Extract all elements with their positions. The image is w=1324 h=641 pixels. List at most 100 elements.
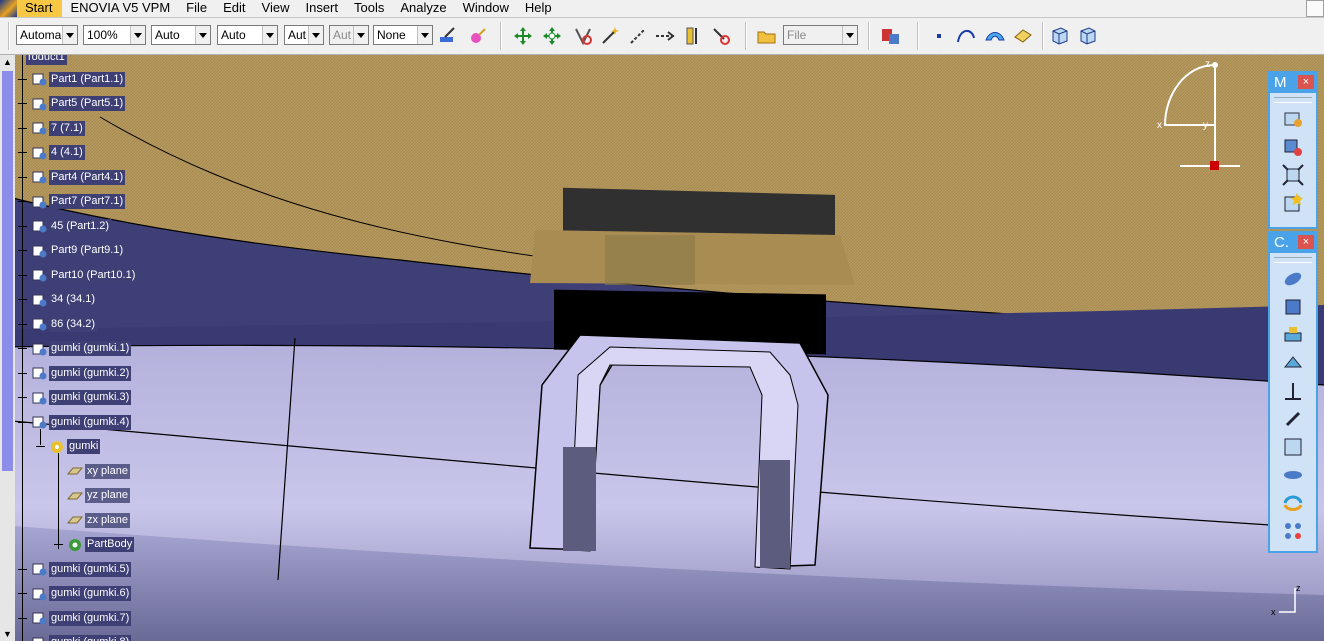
menu-edit[interactable]: Edit <box>215 0 253 17</box>
palette-close-button[interactable]: × <box>1298 235 1314 249</box>
tree-node-part[interactable]: 7 (7.1) <box>18 119 85 137</box>
expand-icon[interactable] <box>18 564 27 574</box>
align-icon[interactable] <box>654 25 676 47</box>
line-type-combo[interactable]: Automa <box>16 25 78 45</box>
palette-close-button[interactable]: × <box>1298 75 1314 89</box>
contact-icon[interactable] <box>1281 323 1305 347</box>
tree-scrollbar[interactable]: ▲ ▼ <box>0 55 15 641</box>
menu-analyze[interactable]: Analyze <box>392 0 454 17</box>
tree-node-feature[interactable]: xy plane <box>54 462 130 480</box>
constraint-icon[interactable] <box>1281 267 1305 291</box>
view-front-icon[interactable] <box>1048 25 1070 47</box>
palette-grip[interactable] <box>1274 257 1312 263</box>
wand-icon[interactable] <box>599 25 621 47</box>
arc-icon[interactable] <box>955 25 977 47</box>
palette-title-bar[interactable]: M × <box>1270 73 1316 93</box>
expand-icon[interactable] <box>18 295 27 304</box>
tree-node-part[interactable]: 86 (34.2) <box>18 315 98 333</box>
surface-icon[interactable] <box>984 25 1006 47</box>
catalog-star-icon[interactable] <box>1281 191 1305 215</box>
tree-node-part[interactable]: Part5 (Part5.1) <box>18 95 126 113</box>
menu-start[interactable]: Start <box>17 0 63 17</box>
expand-icon[interactable] <box>18 74 27 84</box>
offset-icon[interactable] <box>1281 351 1305 375</box>
menu-tools[interactable]: Tools <box>346 0 392 17</box>
tree-node-part[interactable]: Part4 (Part4.1) <box>18 168 126 186</box>
tree-node-part[interactable]: gumki (gumki.8) <box>18 634 132 641</box>
compass-widget[interactable]: z x y <box>1150 55 1250 175</box>
catia-logo-icon[interactable] <box>0 0 17 17</box>
expand-icon[interactable] <box>18 148 27 157</box>
pattern-icon[interactable] <box>1281 519 1305 543</box>
filter-combo[interactable]: None <box>373 25 433 45</box>
document-combo[interactable]: File <box>783 25 858 45</box>
palette-title-bar[interactable]: C. × <box>1270 233 1316 253</box>
plane-icon[interactable] <box>1012 25 1034 47</box>
view-iso-icon[interactable] <box>1076 25 1098 47</box>
component-icon[interactable] <box>1281 135 1305 159</box>
tree-root-node[interactable]: roduct1 <box>26 55 67 66</box>
painter-icon[interactable] <box>437 25 459 47</box>
expand-icon[interactable] <box>18 368 27 378</box>
expand-icon[interactable] <box>18 393 27 402</box>
expand-icon[interactable] <box>18 99 27 108</box>
tree-node-part[interactable]: 4 (4.1) <box>18 144 85 162</box>
expand-icon[interactable] <box>18 319 27 329</box>
rotate-compass-icon[interactable] <box>541 25 563 47</box>
tree-node-body[interactable]: gumki <box>36 438 101 456</box>
translate-compass-icon[interactable] <box>512 25 534 47</box>
tree-node-part[interactable]: gumki (gumki.5) <box>18 560 132 578</box>
point-icon[interactable] <box>928 25 950 47</box>
tree-node-part[interactable]: Part9 (Part9.1) <box>18 242 126 260</box>
menu-insert[interactable]: Insert <box>297 0 346 17</box>
expand-icon[interactable] <box>18 246 27 255</box>
menu-window[interactable]: Window <box>455 0 517 17</box>
expand-icon[interactable] <box>18 270 27 280</box>
tree-node-feature[interactable]: yz plane <box>54 487 130 505</box>
layer-combo[interactable]: Aut <box>329 25 369 45</box>
3d-viewport[interactable]: ▲ ▼ roduct1 Part1 (Part1.1) Part5 (Part5.… <box>0 55 1324 641</box>
tree-node-part[interactable]: gumki (gumki.6) <box>18 585 132 603</box>
expand-icon[interactable] <box>18 221 27 231</box>
tree-node-feature[interactable]: zx plane <box>54 511 130 529</box>
palette-grip[interactable] <box>1274 97 1312 103</box>
tree-node-part[interactable]: gumki (gumki.2) <box>18 364 132 382</box>
window-restore-button[interactable] <box>1306 0 1324 17</box>
catalog-icon[interactable] <box>880 25 902 47</box>
update-icon[interactable] <box>1281 491 1305 515</box>
measure-icon[interactable] <box>627 25 649 47</box>
menu-file[interactable]: File <box>178 0 215 17</box>
menu-enovia[interactable]: ENOVIA V5 VPM <box>62 0 178 17</box>
expand-icon[interactable] <box>18 172 27 182</box>
tree-node-part[interactable]: Part7 (Part7.1) <box>18 193 126 211</box>
expand-icon[interactable] <box>18 589 27 598</box>
angle-icon[interactable] <box>1281 379 1305 403</box>
menu-view[interactable]: View <box>254 0 298 17</box>
scroll-thumb[interactable] <box>2 71 13 471</box>
expand-icon[interactable] <box>18 123 27 133</box>
expand-icon[interactable] <box>18 613 27 623</box>
ruler-icon[interactable] <box>682 25 704 47</box>
scroll-down-icon[interactable]: ▼ <box>0 627 15 641</box>
zoom-combo[interactable]: 100% <box>83 25 146 45</box>
open-folder-icon[interactable] <box>756 25 778 47</box>
snap-icon[interactable] <box>572 25 594 47</box>
brush-icon[interactable] <box>467 25 489 47</box>
explode-icon[interactable] <box>1281 163 1305 187</box>
link-icon[interactable] <box>1281 407 1305 431</box>
fix-icon[interactable] <box>1281 295 1305 319</box>
expand-icon[interactable] <box>18 197 27 206</box>
tree-node-part[interactable]: gumki (gumki.3) <box>18 389 132 407</box>
expand-icon[interactable] <box>54 540 63 549</box>
tree-node-part[interactable]: Part10 (Part10.1) <box>18 266 138 284</box>
collapse-icon[interactable] <box>18 418 27 427</box>
tree-node-part[interactable]: Part1 (Part1.1) <box>18 70 126 88</box>
thickness-combo[interactable]: Auto <box>217 25 278 45</box>
tree-node-feature[interactable]: PartBody <box>54 536 135 554</box>
tree-node-part[interactable]: 45 (Part1.2) <box>18 217 112 235</box>
linetype-combo[interactable]: Auto <box>151 25 211 45</box>
tree-node-part[interactable]: gumki (gumki.1) <box>18 340 132 358</box>
scroll-up-icon[interactable]: ▲ <box>0 55 15 69</box>
tree-node-part[interactable]: gumki (gumki.4) <box>18 413 132 431</box>
reuse-icon[interactable] <box>1281 463 1305 487</box>
